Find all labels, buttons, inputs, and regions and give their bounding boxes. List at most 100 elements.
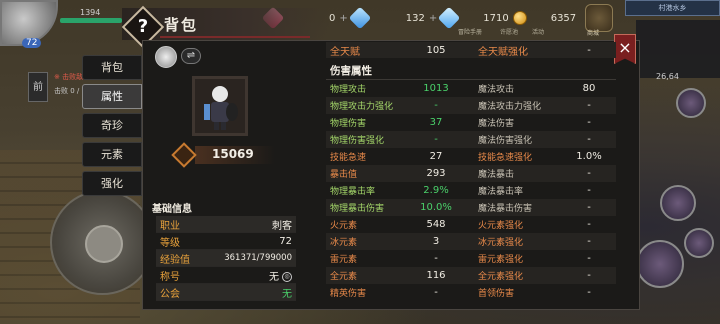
row-value: 72 xyxy=(279,235,292,247)
blue-gem-counter[interactable]: 0 + xyxy=(329,6,372,30)
wishing-pool-label[interactable]: 许愿池 xyxy=(500,27,518,36)
table-row: 物理攻击 1013 魔法攻击 80 xyxy=(326,80,616,97)
character-portrait xyxy=(204,86,238,130)
stat-value: - xyxy=(587,100,591,111)
row-label: 公会 xyxy=(160,288,180,300)
stat-value: - xyxy=(587,287,591,298)
stat-label: 物理攻击力强化 xyxy=(330,102,394,112)
stat-value: - xyxy=(587,236,591,247)
table-row: 公会 无 xyxy=(156,284,296,301)
joystick-knob[interactable] xyxy=(85,225,123,263)
gold-counter[interactable]: 1710 xyxy=(483,11,527,25)
coin-counter[interactable]: 6357 xyxy=(551,13,576,24)
tab-bag[interactable]: 背包 xyxy=(82,55,142,80)
tab-attributes[interactable]: 属性 xyxy=(82,84,142,109)
event-label[interactable]: 活动 xyxy=(532,27,544,36)
section-title: 伤害属性 xyxy=(326,62,616,80)
gold-value: 1710 xyxy=(483,12,509,24)
blue-gem-icon xyxy=(348,6,372,30)
quest-text-2: 击败 0 / xyxy=(54,87,80,95)
stat-label: 冰元素 xyxy=(330,238,358,248)
basic-info-table: 职业 刺客 等级 72 经验值 361371/799000 称号 无 ◎ 公会 无 xyxy=(156,216,296,301)
tab-treasures[interactable]: 奇珍 xyxy=(82,113,142,138)
row-value: 无 ◎ xyxy=(202,268,296,283)
table-row: 物理伤害 37 魔法伤害 - xyxy=(326,114,616,131)
coin-icon xyxy=(512,11,527,25)
stat-label: 全天赋强化 xyxy=(478,46,528,58)
stat-value: 80 xyxy=(582,83,596,94)
stat-value: 1.0% xyxy=(576,151,602,162)
stat-value: 293 xyxy=(426,168,446,179)
table-row: 物理暴击率 2.9% 魔法暴击率 - xyxy=(326,182,616,199)
combat-power-value: 15069 xyxy=(212,147,254,161)
hp-value: 1394 xyxy=(80,8,101,17)
stat-value: 105 xyxy=(426,44,446,56)
stat-label: 精英伤害 xyxy=(330,289,367,299)
table-row: 全天赋 105 全天赋强化 - xyxy=(326,42,616,58)
stat-label: 雷元素强化 xyxy=(478,255,524,265)
stat-label: 魔法暴击率 xyxy=(478,187,524,197)
stat-value: 37 xyxy=(429,117,443,128)
stat-label: 魔法攻击 xyxy=(478,85,515,95)
stat-value: - xyxy=(587,134,591,145)
adventure-book-label[interactable]: 冒险手册 xyxy=(458,27,482,36)
stat-value: 1013 xyxy=(423,83,449,94)
stat-value: - xyxy=(587,117,591,128)
row-label: 称号 xyxy=(160,271,180,283)
stat-label: 全元素 xyxy=(330,272,358,282)
row-value: 361371/799000 xyxy=(224,253,292,263)
row-value: 刺客 xyxy=(272,220,292,232)
diamond-counter[interactable]: 132 + xyxy=(405,6,461,30)
header-underline xyxy=(160,36,310,38)
page-title: 背包 xyxy=(164,16,199,34)
side-panel-button[interactable]: 前 xyxy=(28,72,48,102)
stat-value: - xyxy=(587,202,591,213)
diamond-icon xyxy=(437,6,461,30)
stat-label: 雷元素 xyxy=(330,255,358,265)
virtual-joystick[interactable] xyxy=(50,190,155,295)
row-value: 无 xyxy=(282,288,292,300)
stat-value: 27 xyxy=(429,151,443,162)
stat-label: 物理伤害 xyxy=(330,119,367,129)
stat-value: - xyxy=(434,253,438,264)
row-label: 等级 xyxy=(160,237,180,249)
table-row: 雷元素 - 雷元素强化 - xyxy=(326,250,616,267)
tab-enhance[interactable]: 强化 xyxy=(82,171,142,196)
character-avatar-icon[interactable] xyxy=(155,46,177,68)
swap-character-icon[interactable]: ⇌ xyxy=(181,48,201,64)
table-row: 暴击值 293 魔法暴击 - xyxy=(326,165,616,182)
map-name: 村港水乡 xyxy=(625,0,720,16)
table-row: 精英伤害 - 首领伤害 - xyxy=(326,284,616,301)
stats-table: 全天赋 105 全天赋强化 - 伤害属性 物理攻击 1013 魔法攻击 80 物理攻击… xyxy=(326,42,616,301)
stat-value: - xyxy=(587,185,591,196)
stat-label: 全天赋 xyxy=(330,46,360,58)
table-row: 称号 无 ◎ xyxy=(156,267,296,284)
title-info-icon[interactable]: ◎ xyxy=(282,271,292,282)
hp-bar xyxy=(60,18,122,23)
stat-label: 物理暴击伤害 xyxy=(330,204,385,214)
diamond-value: 132 xyxy=(405,12,425,24)
stat-value: - xyxy=(587,253,591,264)
side-tabs: 背包 属性 奇珍 元素 强化 xyxy=(82,55,142,200)
row-label: 职业 xyxy=(160,220,180,232)
player-level-badge: 72 xyxy=(22,38,42,48)
skill-button-1[interactable] xyxy=(676,88,706,118)
minimap[interactable] xyxy=(636,20,720,78)
shop-label[interactable]: 商城 xyxy=(587,28,599,37)
stat-label: 魔法暴击 xyxy=(478,170,515,180)
tab-elements[interactable]: 元素 xyxy=(82,142,142,167)
attack-button[interactable] xyxy=(636,240,684,288)
stat-value: - xyxy=(587,44,591,56)
table-row: 火元素 548 火元素强化 - xyxy=(326,216,616,233)
stat-label: 火元素 xyxy=(330,221,358,231)
stat-value: - xyxy=(587,270,591,281)
skill-button-2[interactable] xyxy=(660,185,696,221)
help-icon[interactable]: ? xyxy=(128,12,158,42)
title-value: 无 xyxy=(269,271,279,283)
skill-button-3[interactable] xyxy=(684,228,714,258)
table-row: 物理暴击伤害 10.0% 魔法暴击伤害 - xyxy=(326,199,616,216)
stat-label: 物理暴击率 xyxy=(330,187,376,197)
table-row: 技能急速 27 技能急速强化 1.0% xyxy=(326,148,616,165)
damage-stats-list: 物理攻击 1013 魔法攻击 80 物理攻击力强化 - 魔法攻击力强化 - 物理伤害 37 魔法… xyxy=(326,80,616,301)
stat-value: 10.0% xyxy=(420,202,452,213)
